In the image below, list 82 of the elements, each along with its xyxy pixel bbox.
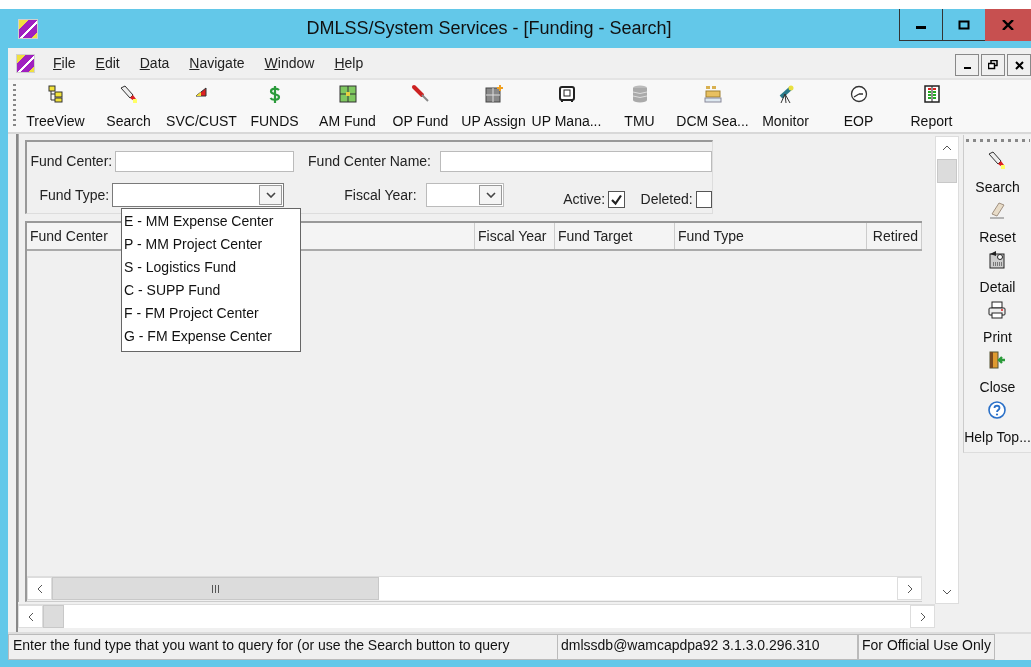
chevron-right-icon	[919, 611, 926, 622]
horizontal-scrollbar[interactable]	[18, 604, 935, 628]
toolbar-button[interactable]: Search	[975, 147, 1020, 197]
dropdown-option[interactable]: P - MM Project Center	[124, 233, 300, 256]
tree-icon	[45, 84, 66, 104]
scroll-thumb[interactable]	[937, 159, 957, 183]
menu-item[interactable]: Data	[129, 55, 180, 71]
toolbar-grip[interactable]	[13, 84, 16, 128]
restore-button[interactable]	[981, 54, 1005, 76]
field-label: Fiscal Year:	[343, 187, 417, 203]
menu-item[interactable]: Window	[254, 55, 325, 71]
cabinet-icon	[483, 84, 504, 104]
scroll-right-button[interactable]	[910, 605, 935, 628]
close-icon	[1014, 60, 1024, 70]
close-button[interactable]	[1007, 54, 1031, 76]
window-title: DMLSS/System Services - [Funding - Search]	[305, 18, 673, 39]
status-message: Enter the fund type that you want to query for (or use the Search button to query	[8, 634, 559, 660]
toolbar-button[interactable]: Detail	[979, 247, 1016, 297]
fund-center-field[interactable]	[115, 150, 295, 172]
field-label: Fund Center Name:	[307, 153, 431, 169]
dropdown-option[interactable]: E - MM Expense Center	[124, 210, 300, 233]
detail-icon	[987, 250, 1008, 270]
fund-type-dropdown[interactable]	[112, 183, 285, 207]
column-header[interactable]: Fund Type	[675, 223, 867, 249]
dropdown-option[interactable]: F - FM Project Center	[124, 302, 300, 325]
help-icon	[987, 400, 1008, 420]
grid-icon	[337, 84, 358, 104]
status-panel: For Official Use Only	[858, 634, 995, 660]
column-header[interactable]: Fund Target	[555, 223, 675, 249]
toolbar-button[interactable]: Help Top...	[964, 397, 1031, 447]
screwdriver-icon	[410, 84, 431, 104]
checkbox-label: Deleted:	[640, 191, 693, 207]
toolbar-button[interactable]: DCM Sea...	[673, 80, 752, 132]
minimize-button[interactable]	[955, 54, 979, 76]
menu-item[interactable]: File	[43, 55, 86, 71]
maximize-icon	[958, 19, 970, 30]
scroll-left-button[interactable]	[27, 577, 52, 600]
dropdown-option[interactable]: G - FM Expense Center	[124, 325, 300, 348]
toolbar-button[interactable]: Close	[979, 347, 1016, 397]
door-icon	[987, 350, 1008, 370]
dropdown-option[interactable]: S - Logistics Fund	[124, 256, 300, 279]
deleted-checkbox[interactable]	[695, 190, 712, 208]
toolbar-button[interactable]: Reset	[979, 197, 1016, 247]
checkbox-label: Active:	[563, 191, 606, 207]
boxes-icon	[702, 84, 723, 104]
toolbar-grip[interactable]	[965, 139, 1030, 142]
scroll-thumb[interactable]	[43, 605, 64, 628]
menu-item[interactable]: Help	[324, 55, 374, 71]
close-icon	[1002, 19, 1014, 30]
app-icon	[18, 18, 38, 39]
minimize-icon	[963, 67, 971, 69]
scroll-thumb[interactable]	[52, 577, 379, 600]
minimize-button[interactable]	[899, 9, 943, 41]
scroll-right-button[interactable]	[897, 577, 922, 600]
flashlight-icon	[987, 150, 1008, 170]
restore-icon	[988, 60, 998, 70]
menu-item[interactable]: Edit	[85, 55, 130, 71]
vertical-scrollbar[interactable]	[935, 136, 959, 604]
report-icon	[921, 84, 942, 104]
scroll-left-button[interactable]	[18, 605, 43, 628]
chevron-left-icon	[27, 611, 34, 622]
menu-item[interactable]: Navigate	[179, 55, 255, 71]
chevron-right-icon	[906, 583, 913, 594]
column-header[interactable]: Retired	[867, 223, 922, 249]
fiscal-year-dropdown[interactable]	[425, 183, 505, 207]
safe-icon	[556, 84, 577, 104]
status-panel: dmlssdb@wamcapdpa92 3.1.3.0.296.310	[557, 634, 858, 660]
column-header[interactable]: Fiscal Year	[475, 223, 555, 249]
column-header[interactable]: Fund Center	[27, 223, 121, 249]
toolbar-button[interactable]: Print	[983, 297, 1012, 347]
printer-icon	[987, 300, 1008, 320]
flashlight-icon	[118, 84, 139, 104]
field-label: Fund Type:	[38, 187, 110, 203]
app-icon[interactable]	[16, 53, 35, 73]
fund-center-name-field[interactable]	[440, 150, 712, 172]
clock-icon	[848, 84, 869, 104]
dropdown-option[interactable]: C - SUPP Fund	[124, 279, 300, 302]
field-label: Fund Center:	[29, 153, 113, 169]
horizontal-scrollbar[interactable]	[27, 576, 922, 600]
chevron-left-icon	[36, 583, 43, 594]
minimize-icon	[916, 26, 926, 29]
active-checkbox[interactable]	[608, 190, 625, 208]
